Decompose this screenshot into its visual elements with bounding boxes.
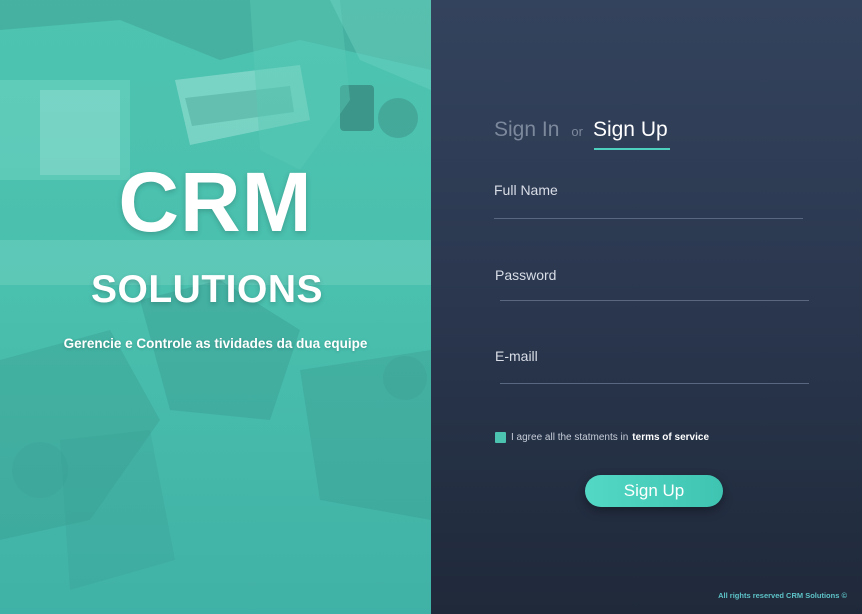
- tab-sign-up[interactable]: Sign Up: [593, 118, 670, 150]
- brand-title: CRM: [118, 155, 313, 249]
- footer-copyright: All rights reserved CRM Solutions ©: [718, 591, 847, 600]
- full-name-field[interactable]: Full Name: [494, 182, 803, 219]
- signup-panel: Sign In or Sign Up Full Name Password E-…: [431, 0, 862, 614]
- terms-link[interactable]: terms of service: [632, 432, 709, 443]
- email-field[interactable]: E-maill: [495, 348, 809, 384]
- email-underline: [500, 383, 809, 384]
- password-label: Password: [495, 267, 557, 283]
- brand-panel: CRM SOLUTIONS Gerencie e Controle as tiv…: [0, 0, 431, 614]
- brand-subtitle: SOLUTIONS: [90, 268, 323, 311]
- agree-checkbox[interactable]: [495, 432, 506, 443]
- email-label: E-maill: [495, 348, 538, 364]
- full-name-underline: [494, 218, 803, 219]
- auth-tabs: Sign In or Sign Up: [494, 118, 670, 150]
- password-underline: [500, 300, 809, 301]
- full-name-label: Full Name: [494, 182, 558, 198]
- agree-text: I agree all the statments in: [511, 432, 629, 443]
- brand-tagline: Gerencie e Controle as tividades da dua …: [63, 336, 368, 351]
- tab-sign-in[interactable]: Sign In: [494, 118, 559, 142]
- tabs-separator: or: [571, 124, 583, 139]
- sign-up-button[interactable]: Sign Up: [585, 475, 723, 507]
- terms-agreement: I agree all the statments in terms of se…: [495, 432, 709, 443]
- password-field[interactable]: Password: [495, 267, 809, 301]
